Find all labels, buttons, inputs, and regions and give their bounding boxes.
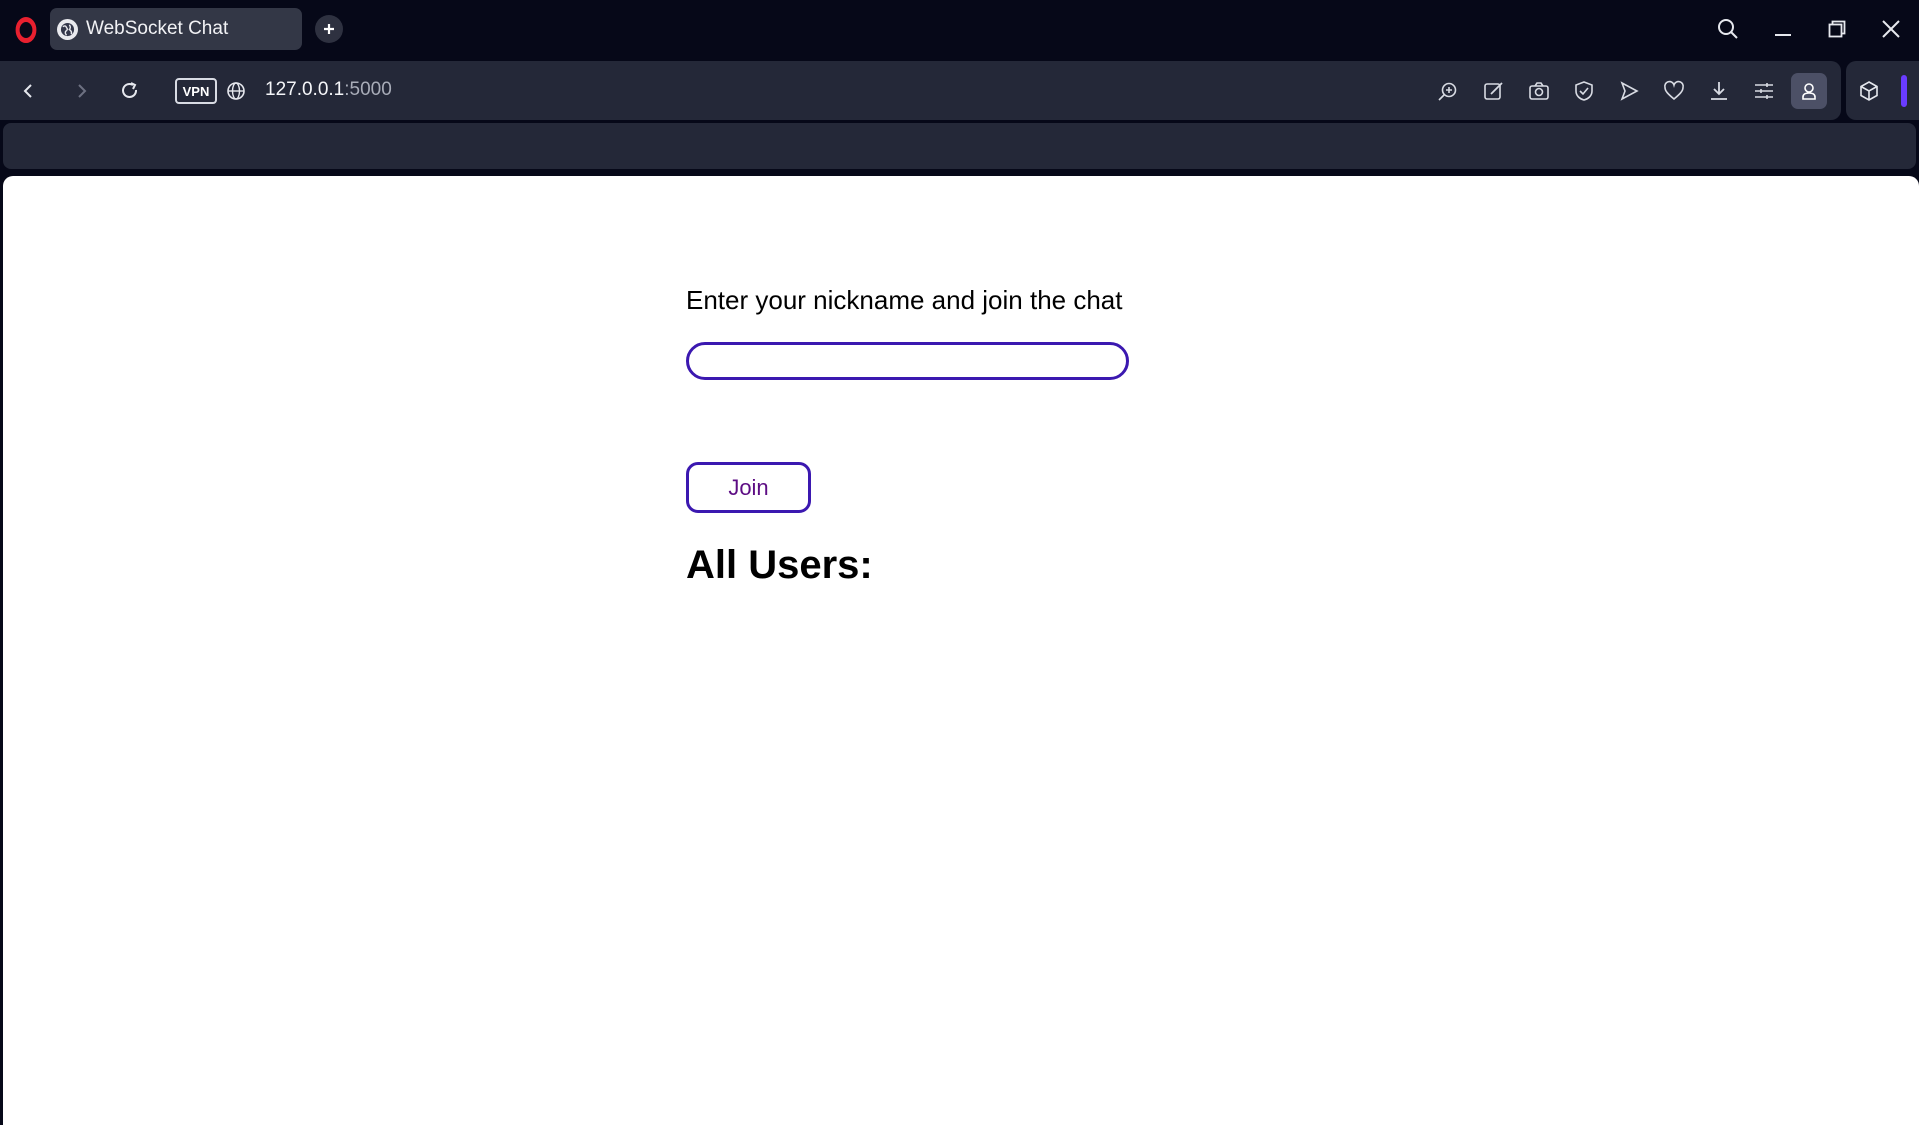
- globe-icon: [227, 82, 245, 100]
- download-icon: [1711, 82, 1727, 100]
- restore-icon: [1828, 20, 1846, 38]
- menu-icon: [1755, 83, 1773, 99]
- adblock-button[interactable]: [1568, 75, 1600, 107]
- minimize-icon: [1775, 34, 1791, 36]
- profile-icon: [1802, 83, 1816, 100]
- heart-icon: [1664, 80, 1684, 101]
- extensions-button[interactable]: [1853, 75, 1885, 107]
- profile-button[interactable]: [1791, 73, 1827, 109]
- tab-title: WebSocket Chat: [86, 18, 229, 39]
- nickname-input[interactable]: [686, 342, 1129, 380]
- shield-icon: [1575, 81, 1593, 101]
- vpn-badge[interactable]: VPN: [175, 78, 217, 104]
- camera-button[interactable]: [1523, 75, 1555, 107]
- opera-logo-icon[interactable]: [15, 17, 37, 43]
- send-button[interactable]: [1613, 75, 1645, 107]
- web-page: Enter your nickname and join the chat Jo…: [3, 176, 1919, 1125]
- new-tab-button[interactable]: [315, 15, 343, 43]
- edit-icon: [1484, 82, 1503, 100]
- zoom-button[interactable]: [1432, 75, 1464, 107]
- title-bar: WebSocket Chat: [0, 0, 1919, 58]
- snapshot-edit-button[interactable]: [1478, 75, 1510, 107]
- users-heading: All Users:: [686, 543, 873, 587]
- reload-icon: [122, 82, 137, 98]
- nickname-prompt: Enter your nickname and join the chat: [686, 285, 1123, 315]
- extensions-toolbar: [1846, 61, 1919, 120]
- camera-icon: [1529, 82, 1549, 100]
- minimize-button[interactable]: [1766, 12, 1800, 46]
- search-button[interactable]: [1711, 12, 1745, 46]
- url-host: 127.0.0.1: [265, 79, 345, 100]
- address-bar[interactable]: 127.0.0.1:5000: [265, 79, 392, 101]
- tab-websocket-chat[interactable]: WebSocket Chat: [50, 8, 302, 50]
- restore-button[interactable]: [1820, 12, 1854, 46]
- back-button[interactable]: [12, 75, 44, 107]
- bookmarks-bar: [3, 123, 1916, 169]
- plus-icon: [324, 24, 334, 34]
- reload-button[interactable]: [114, 75, 146, 107]
- chevron-right-icon: [78, 84, 87, 98]
- downloads-button[interactable]: [1703, 75, 1735, 107]
- cube-icon: [1860, 81, 1878, 101]
- sidebar-accent-bar: [1901, 75, 1907, 107]
- favorites-button[interactable]: [1658, 75, 1690, 107]
- close-window-button[interactable]: [1874, 12, 1908, 46]
- address-toolbar: VPN 127.0.0.1:5000: [0, 61, 1841, 120]
- close-icon: [1882, 20, 1900, 38]
- globe-icon: [57, 18, 78, 40]
- forward-button[interactable]: [66, 75, 98, 107]
- url-port: :5000: [344, 79, 392, 100]
- join-button[interactable]: Join: [686, 462, 811, 513]
- chevron-left-icon: [23, 84, 32, 98]
- search-icon: [1718, 19, 1738, 39]
- easy-setup-button[interactable]: [1748, 75, 1780, 107]
- site-info-button[interactable]: [220, 75, 252, 107]
- zoom-icon: [1438, 82, 1457, 101]
- send-icon: [1620, 81, 1639, 101]
